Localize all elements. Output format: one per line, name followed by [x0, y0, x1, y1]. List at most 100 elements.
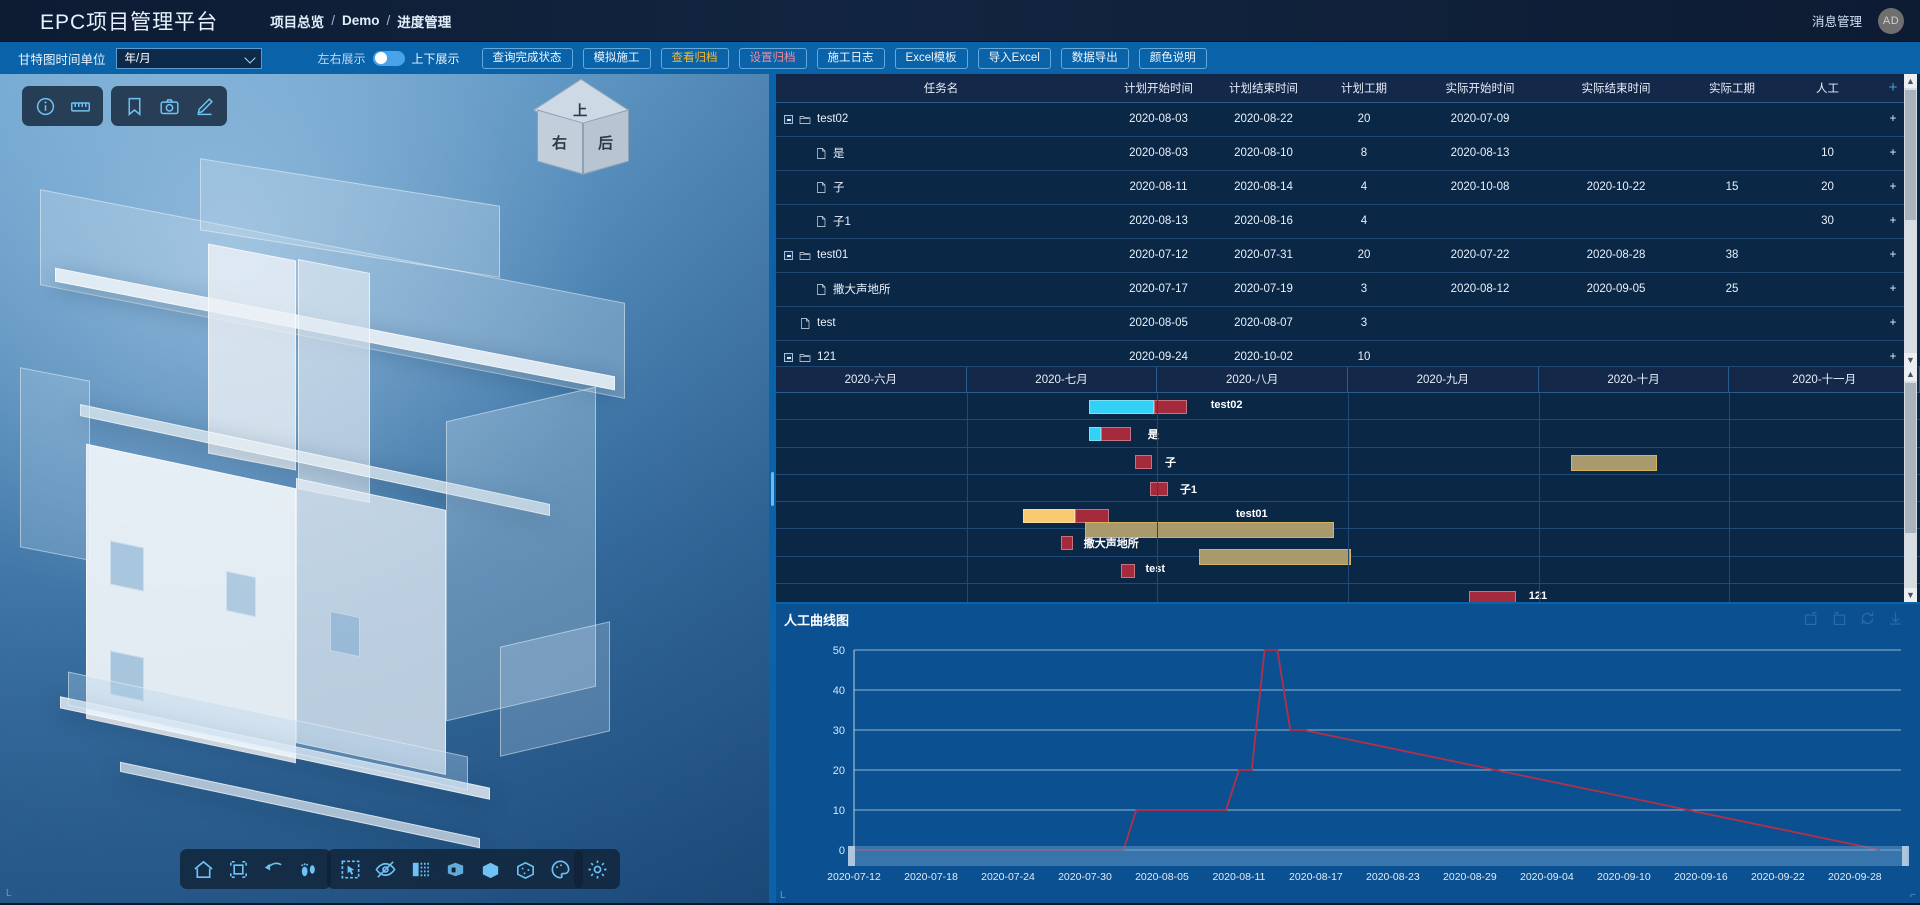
zoom-restore-icon[interactable]: [1831, 610, 1848, 627]
download-icon[interactable]: [1887, 610, 1904, 627]
svg-text:2020-07-18: 2020-07-18: [904, 871, 958, 883]
cell-plan-end: 2020-08-10: [1211, 136, 1316, 171]
gantt-bar-actual[interactable]: [1060, 536, 1074, 551]
gantt-month-6: 2020-十一月: [1729, 367, 1920, 392]
construction-log-button[interactable]: 施工日志: [816, 47, 885, 69]
gantt-scrollbar[interactable]: ▲ ▼: [1904, 367, 1917, 602]
import-excel-button[interactable]: 导入Excel: [977, 47, 1051, 69]
bookmark-icon[interactable]: [118, 91, 150, 121]
svg-text:20: 20: [833, 765, 845, 777]
svg-text:2020-08-29: 2020-08-29: [1443, 871, 1497, 883]
breadcrumb-item-overview[interactable]: 项目总览: [270, 11, 324, 31]
gantt-scroll-up-icon[interactable]: ▲: [1904, 367, 1917, 381]
query-complete-status-button[interactable]: 查询完成状态: [481, 47, 573, 69]
cell-plan-duration: 3: [1316, 272, 1412, 307]
cell-plan-end: 2020-08-16: [1211, 204, 1316, 239]
cell-labor: [1780, 238, 1875, 273]
cell-plan-start: 2020-07-17: [1106, 272, 1211, 307]
messages-link[interactable]: 消息管理: [1812, 11, 1862, 30]
fit-screen-icon[interactable]: [222, 854, 254, 884]
cell-actual-duration: 15: [1684, 170, 1780, 205]
table-row[interactable]: test01 2020-07-12 2020-07-31 20 2020-07-22 20…: [776, 238, 1911, 273]
cell-plan-duration: 20: [1316, 102, 1412, 137]
gantt-month-4: 2020-九月: [1348, 367, 1539, 392]
row-expander[interactable]: [784, 114, 793, 124]
gantt-scroll-down-icon[interactable]: ▼: [1904, 588, 1917, 602]
refresh-icon[interactable]: [1859, 610, 1876, 627]
gantt-chart[interactable]: 2020-六月 2020-七月 2020-八月 2020-九月 2020-十月 2020-…: [776, 367, 1920, 602]
col-task-name: 任务名: [776, 74, 1106, 103]
bim-3d-viewport[interactable]: 上 右 后 L: [0, 74, 771, 903]
cell-actual-end: 2020-10-22: [1548, 170, 1684, 205]
camera-icon[interactable]: [153, 91, 185, 121]
home-icon[interactable]: [187, 854, 219, 884]
table-row[interactable]: 子 2020-08-11 2020-08-14 4 2020-10-08 2020-10-…: [776, 170, 1911, 205]
color-legend-button[interactable]: 颜色说明: [1138, 47, 1207, 69]
gantt-bar-actual[interactable]: [1153, 400, 1187, 414]
gantt-body[interactable]: test02是子子1test01撒大声地所test121: [776, 393, 1920, 602]
panel-splitter[interactable]: [769, 74, 776, 903]
excel-template-button[interactable]: Excel模板: [894, 47, 968, 69]
view-archive-button[interactable]: 查看归档: [660, 47, 729, 69]
undo-icon[interactable]: [257, 854, 289, 884]
avatar[interactable]: AD: [1878, 7, 1904, 34]
scroll-thumb[interactable]: [1905, 90, 1916, 220]
zoom-area-icon[interactable]: [1803, 610, 1820, 627]
layout-toggle[interactable]: [372, 50, 405, 66]
time-unit-select[interactable]: 年/月: [115, 47, 262, 69]
view-cube-right-label: 后: [598, 134, 614, 152]
table-row[interactable]: 是 2020-08-03 2020-08-10 8 2020-08-13 10 +: [776, 136, 1911, 171]
walk-icon[interactable]: [292, 854, 324, 884]
row-expander[interactable]: [784, 352, 793, 362]
viewport-toolbar-navigation: [180, 849, 331, 889]
gantt-bar-actual[interactable]: [1469, 591, 1517, 602]
set-archive-button[interactable]: 设置归档: [738, 47, 807, 69]
ruler-icon[interactable]: [64, 91, 96, 121]
transparent-box-icon[interactable]: [509, 854, 541, 884]
view-cube[interactable]: 上 右 后: [532, 78, 630, 178]
gantt-bar-plan[interactable]: [1089, 400, 1154, 414]
solid-box-icon[interactable]: [474, 854, 506, 884]
table-row[interactable]: 子1 2020-08-13 2020-08-16 4 30 +: [776, 204, 1911, 239]
labor-curve-plot[interactable]: 0 10 20 30 40 50 2020-07-12 2020-07-18 2020-07-2…: [776, 632, 1920, 905]
gantt-month-1: 2020-六月: [776, 367, 967, 392]
hide-eye-icon[interactable]: [369, 854, 401, 884]
select-box-icon[interactable]: [334, 854, 366, 884]
cell-labor: [1780, 306, 1875, 341]
cell-actual-start: 2020-07-22: [1412, 238, 1548, 273]
breadcrumb-item-progress[interactable]: 进度管理: [397, 11, 451, 31]
task-table-scrollbar[interactable]: ▲ ▼: [1904, 74, 1917, 367]
gantt-bar-actual[interactable]: [1100, 427, 1131, 442]
table-row[interactable]: test02 2020-08-03 2020-08-22 20 2020-07-09 +: [776, 102, 1911, 137]
scroll-up-icon[interactable]: ▲: [1904, 74, 1917, 88]
cell-plan-start: 2020-08-05: [1106, 306, 1211, 341]
gantt-bar-plan[interactable]: [1023, 509, 1075, 524]
explode-icon[interactable]: [439, 854, 471, 884]
export-data-button[interactable]: 数据导出: [1060, 47, 1129, 69]
pencil-icon[interactable]: [188, 91, 220, 121]
gantt-gridline: [966, 393, 968, 602]
cell-plan-duration: 8: [1316, 136, 1412, 171]
section-icon[interactable]: [404, 854, 436, 884]
gantt-bar-khaki[interactable]: [1571, 454, 1657, 471]
scroll-down-icon[interactable]: ▼: [1904, 353, 1917, 367]
cell-plan-start: 2020-08-03: [1106, 102, 1211, 137]
svg-text:2020-07-12: 2020-07-12: [827, 871, 881, 883]
table-row[interactable]: 撒大声地所 2020-07-17 2020-07-19 3 2020-08-12 2020…: [776, 272, 1911, 307]
task-node: 是: [784, 145, 1106, 161]
row-expander[interactable]: [784, 250, 793, 260]
simulate-construction-button[interactable]: 模拟施工: [582, 47, 651, 69]
gantt-bar-actual[interactable]: [1135, 454, 1153, 469]
settings-gear-icon[interactable]: [581, 854, 613, 884]
breadcrumb-separator: /: [331, 13, 335, 28]
gantt-bar-actual[interactable]: [1150, 481, 1169, 496]
table-row[interactable]: test 2020-08-05 2020-08-07 3 +: [776, 306, 1911, 341]
gantt-bar-actual[interactable]: [1121, 563, 1136, 578]
breadcrumb: 项目总览 / Demo / 进度管理: [270, 11, 451, 31]
breadcrumb-item-demo[interactable]: Demo: [342, 13, 380, 28]
gantt-scroll-thumb[interactable]: [1905, 383, 1916, 533]
palette-icon[interactable]: [544, 854, 576, 884]
gantt-bar-actual[interactable]: [1074, 509, 1109, 524]
gantt-bar-plan[interactable]: [1089, 427, 1101, 442]
info-icon[interactable]: [29, 91, 61, 121]
